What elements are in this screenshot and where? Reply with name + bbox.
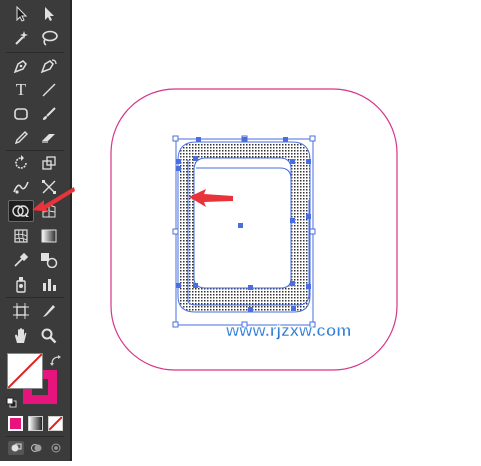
blend-icon <box>41 253 58 268</box>
swap-fill-stroke-icon[interactable] <box>50 354 62 366</box>
none-slash-icon <box>8 354 42 388</box>
type-t-icon: T <box>15 80 27 99</box>
column-graph-icon <box>43 279 56 291</box>
paintbrush-tool[interactable] <box>38 104 60 124</box>
zoom-tool[interactable] <box>38 326 60 346</box>
tool-pointer-red-arrow <box>32 187 75 212</box>
shape-builder-icon <box>12 205 29 217</box>
pen-tool[interactable] <box>10 56 32 76</box>
color-mode-button[interactable] <box>8 416 23 431</box>
draw-normal-button[interactable] <box>8 441 24 455</box>
gradient-tool[interactable] <box>38 226 60 246</box>
symbol-sprayer-icon <box>16 277 26 293</box>
gradient-mode-button[interactable] <box>28 416 43 431</box>
artboard-icon <box>13 303 29 319</box>
eraser-tool[interactable] <box>38 128 60 148</box>
draw-behind-icon <box>31 444 42 452</box>
pencil-icon <box>14 131 28 145</box>
blend-tool[interactable] <box>38 250 60 270</box>
toolbar-divider <box>6 150 64 151</box>
curvature-tool[interactable] <box>38 56 60 76</box>
eyedropper-icon <box>14 252 29 267</box>
paintbrush-icon <box>43 107 56 120</box>
lasso-tool[interactable] <box>38 28 60 48</box>
hand-icon <box>15 328 27 343</box>
mesh-icon <box>14 229 28 243</box>
puppet-warp-tool[interactable] <box>10 177 32 197</box>
eyedropper-tool[interactable] <box>10 250 32 270</box>
lasso-icon <box>42 30 58 46</box>
mesh-tool[interactable] <box>10 226 32 246</box>
curvature-pen-icon <box>40 59 57 74</box>
direct-selection-arrow-icon <box>45 7 54 21</box>
scale-icon <box>42 156 56 170</box>
selection-tool[interactable] <box>10 4 32 24</box>
toolbar-divider <box>6 52 64 53</box>
artboard-tool[interactable] <box>10 301 32 321</box>
hand-tool[interactable] <box>10 326 32 346</box>
symbol-sprayer-tool[interactable] <box>10 274 32 294</box>
draw-normal-icon <box>11 443 22 452</box>
toolbar-divider <box>6 436 64 437</box>
artboard-canvas[interactable]: www.rjzxw.com <box>74 0 481 461</box>
slice-tool[interactable] <box>38 301 60 321</box>
scale-tool[interactable] <box>38 153 60 173</box>
rotate-icon <box>15 155 27 169</box>
rounded-rectangle-icon <box>14 108 28 120</box>
magic-wand-tool[interactable] <box>10 28 32 48</box>
pencil-tool[interactable] <box>10 128 32 148</box>
watermark-text: www.rjzxw.com <box>225 321 351 340</box>
type-tool[interactable]: T <box>10 80 32 100</box>
draw-inside-button[interactable] <box>48 441 64 455</box>
tools-panel: T <box>0 0 72 461</box>
line-segment-icon <box>42 83 56 97</box>
draw-inside-icon <box>51 443 61 453</box>
canvas-red-arrow <box>189 189 233 207</box>
gradient-icon <box>41 229 57 243</box>
puppet-warp-icon <box>13 181 29 194</box>
eraser-icon <box>42 134 55 143</box>
pen-nib-icon <box>13 60 27 74</box>
draw-behind-button[interactable] <box>28 441 44 455</box>
column-graph-tool[interactable] <box>38 274 60 294</box>
selection-arrow-icon <box>16 6 28 22</box>
none-mode-button[interactable] <box>48 416 63 431</box>
line-segment-tool[interactable] <box>38 80 60 100</box>
direct-selection-tool[interactable] <box>38 4 60 24</box>
default-fill-stroke-icon[interactable] <box>6 395 17 408</box>
slice-knife-icon <box>43 305 55 317</box>
magnifier-icon <box>41 328 57 344</box>
none-slash-icon <box>49 417 62 430</box>
rotate-tool[interactable] <box>10 153 32 173</box>
fill-color-swatch[interactable] <box>7 353 43 389</box>
rectangle-tool[interactable] <box>10 104 32 124</box>
canvas-artwork: www.rjzxw.com <box>110 88 398 371</box>
toolbar-divider <box>6 297 64 298</box>
inner-path-outline <box>196 167 292 282</box>
magic-wand-icon <box>15 31 28 45</box>
